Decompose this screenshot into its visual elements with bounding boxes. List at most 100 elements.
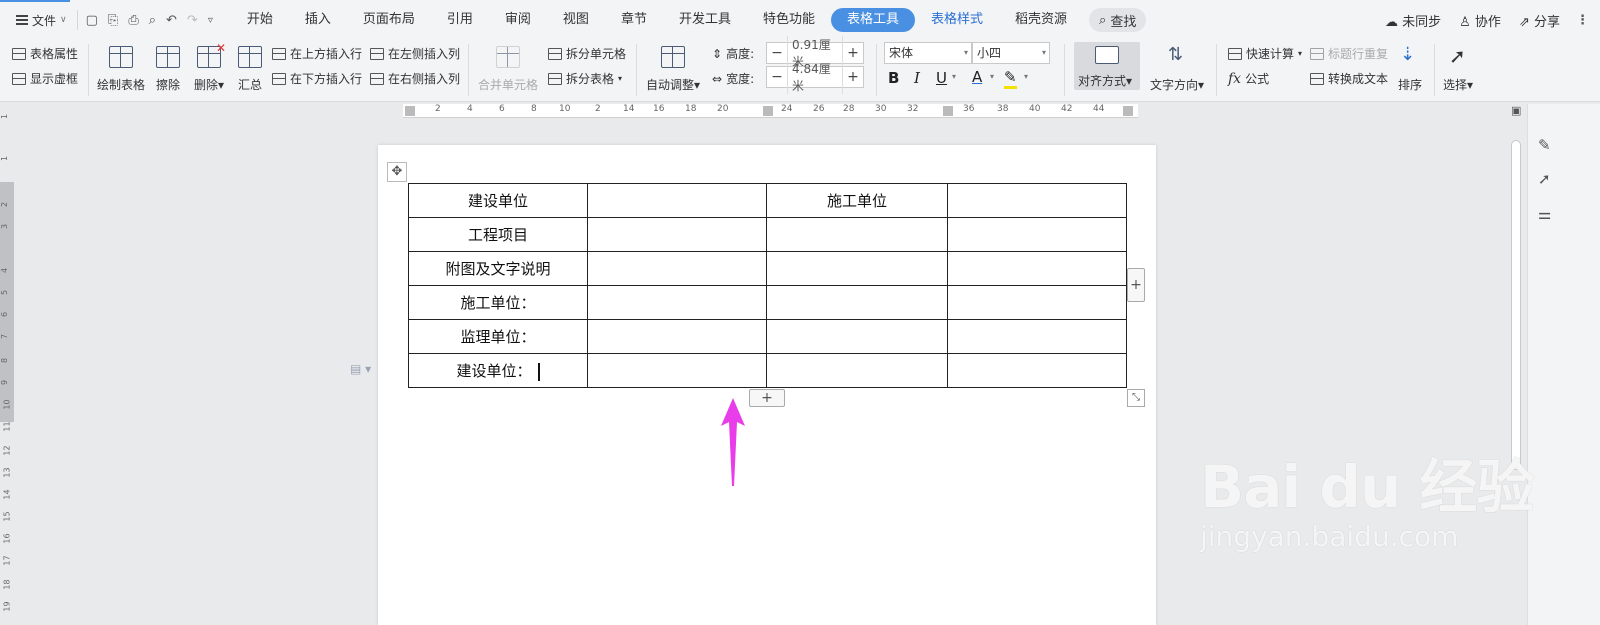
table-cell-active[interactable]: 建设单位：: [408, 353, 588, 388]
scrollbar-thumb[interactable]: [1511, 140, 1521, 470]
width-stepper[interactable]: − 4.84厘米 +: [766, 60, 864, 94]
table-cell[interactable]: 施工单位：: [408, 285, 588, 320]
split-cells-button[interactable]: 拆分单元格: [548, 45, 626, 62]
height-decrease-button[interactable]: −: [767, 45, 787, 61]
table-cell[interactable]: [587, 251, 767, 286]
tab-section[interactable]: 章节: [605, 8, 663, 32]
italic-button[interactable]: I: [914, 69, 920, 87]
merge-cells-button[interactable]: 合并单元格: [476, 44, 540, 92]
table-cell[interactable]: [766, 251, 948, 286]
insert-col-right-button[interactable]: 在右侧插入列: [370, 70, 460, 87]
table-cell[interactable]: [766, 353, 948, 388]
print-icon[interactable]: ⎙: [128, 13, 138, 28]
quick-calc-button[interactable]: 快速计算 ▾: [1228, 45, 1302, 62]
tab-table-tools[interactable]: 表格工具: [830, 8, 915, 32]
insert-row-above-button[interactable]: 在上方插入行: [272, 45, 362, 62]
tab-review[interactable]: 审阅: [489, 8, 547, 32]
pointer-icon[interactable]: ➚: [1538, 170, 1551, 188]
tab-references[interactable]: 引用: [431, 8, 489, 32]
highlight-icon[interactable]: ✎: [1004, 68, 1017, 89]
table-cell[interactable]: [587, 353, 767, 388]
add-column-button[interactable]: +: [1127, 268, 1145, 302]
font-color-button[interactable]: A: [972, 68, 982, 86]
text-direction-button[interactable]: ⇅ 文字方向▾: [1148, 44, 1206, 92]
table-cell[interactable]: 监理单位：: [408, 319, 588, 354]
sort-button[interactable]: ⇣ 排序: [1394, 44, 1426, 92]
table-cell[interactable]: 施工单位: [766, 183, 948, 218]
table-cell[interactable]: 附图及文字说明: [408, 251, 588, 286]
convert-to-text-button[interactable]: 转换成文本: [1310, 70, 1388, 87]
tab-home[interactable]: 开始: [231, 8, 289, 32]
collab-button[interactable]: ♙ 协作: [1459, 11, 1501, 30]
ruler-marker[interactable]: [943, 106, 953, 116]
tab-table-style[interactable]: 表格样式: [915, 8, 999, 32]
table-cell[interactable]: [587, 319, 767, 354]
delete-button[interactable]: ✕ 删除▾: [190, 41, 228, 92]
edit-icon[interactable]: ✎: [1538, 136, 1551, 154]
table-cell[interactable]: [587, 183, 767, 218]
table-cell[interactable]: [947, 353, 1127, 388]
redo-icon[interactable]: ↷: [187, 13, 198, 28]
table-cell[interactable]: [947, 251, 1127, 286]
undo-icon[interactable]: ↶: [166, 13, 177, 28]
tab-page-layout[interactable]: 页面布局: [347, 8, 431, 32]
tab-docer-resources[interactable]: 稻壳资源: [999, 8, 1083, 32]
ruler-marker[interactable]: [1123, 106, 1133, 116]
more-menu-icon[interactable]: ⋮: [1576, 13, 1589, 28]
document-table[interactable]: 建设单位 施工单位 工程项目 附图及文字说明 施工单位： 监理单位： 建设单位：: [408, 183, 1127, 388]
tab-insert[interactable]: 插入: [289, 8, 347, 32]
insert-col-left-button[interactable]: 在左侧插入列: [370, 45, 460, 62]
underline-button[interactable]: U: [936, 69, 947, 87]
summary-button[interactable]: 汇总: [234, 44, 266, 92]
table-cell[interactable]: [766, 319, 948, 354]
tab-developer[interactable]: 开发工具: [663, 8, 747, 32]
table-cell[interactable]: [947, 319, 1127, 354]
align-button[interactable]: 对齐方式▾: [1074, 42, 1140, 90]
split-table-button[interactable]: 拆分表格 ▾: [548, 70, 622, 87]
formula-button[interactable]: fx 公式: [1228, 70, 1269, 87]
vertical-ruler[interactable]: 1 1 2 3 4 5 6 7 8 9 10 11 12 13 14 15 16…: [0, 104, 14, 625]
add-row-button[interactable]: +: [749, 389, 785, 407]
table-cell[interactable]: [947, 285, 1127, 320]
scroll-top-icon[interactable]: ▣: [1511, 104, 1521, 117]
ruler-marker[interactable]: [405, 106, 415, 116]
table-cell[interactable]: [947, 183, 1127, 218]
save-icon[interactable]: ▢: [86, 13, 98, 28]
format-painter-icon[interactable]: ⎘: [108, 13, 118, 28]
font-size-select[interactable]: 小四 ▾: [972, 42, 1050, 64]
width-decrease-button[interactable]: −: [767, 69, 787, 85]
width-increase-button[interactable]: +: [843, 69, 863, 85]
repeat-title-row-button[interactable]: 标题行重复: [1310, 45, 1388, 62]
settings-sliders-icon[interactable]: ⚌: [1538, 205, 1551, 223]
height-increase-button[interactable]: +: [843, 45, 863, 61]
show-gridlines-button[interactable]: 显示虚框: [12, 70, 78, 87]
find-button[interactable]: ⌕ 查找: [1089, 8, 1147, 32]
table-cell[interactable]: [947, 217, 1127, 252]
table-cell[interactable]: [766, 285, 948, 320]
table-cell[interactable]: 建设单位: [408, 183, 588, 218]
insert-row-below-button[interactable]: 在下方插入行: [272, 70, 362, 87]
paragraph-options-icon[interactable]: ▤ ▾: [350, 362, 371, 376]
table-resize-handle[interactable]: ⤡: [1127, 389, 1145, 407]
draw-table-button[interactable]: 绘制表格: [96, 44, 146, 92]
table-move-handle[interactable]: ✥: [387, 162, 407, 182]
table-cell[interactable]: 工程项目: [408, 217, 588, 252]
ruler-marker[interactable]: [763, 106, 773, 116]
table-properties-button[interactable]: 表格属性: [12, 45, 78, 62]
share-button[interactable]: ⇗ 分享: [1519, 11, 1560, 30]
erase-button[interactable]: 擦除: [152, 44, 184, 92]
tab-features[interactable]: 特色功能: [747, 8, 831, 32]
font-name-select[interactable]: 宋体 ▾: [884, 42, 972, 64]
table-cell[interactable]: [587, 285, 767, 320]
table-cell[interactable]: [587, 217, 767, 252]
tab-view[interactable]: 视图: [547, 8, 605, 32]
width-value[interactable]: 4.84厘米: [787, 60, 843, 94]
auto-fit-button[interactable]: 自动调整▾: [644, 44, 702, 92]
quick-access-more-icon[interactable]: ▿: [208, 15, 213, 26]
file-menu[interactable]: 文件 ∨: [0, 0, 77, 40]
table-cell[interactable]: [766, 217, 948, 252]
horizontal-ruler[interactable]: 2 2 4 6 8 10 14 16 18 20 24 26 28 30 32 …: [403, 104, 1138, 118]
sync-button[interactable]: ☁ 未同步: [1385, 11, 1441, 30]
bold-button[interactable]: B: [888, 69, 899, 87]
select-button[interactable]: ➚ 选择▾: [1440, 44, 1476, 92]
